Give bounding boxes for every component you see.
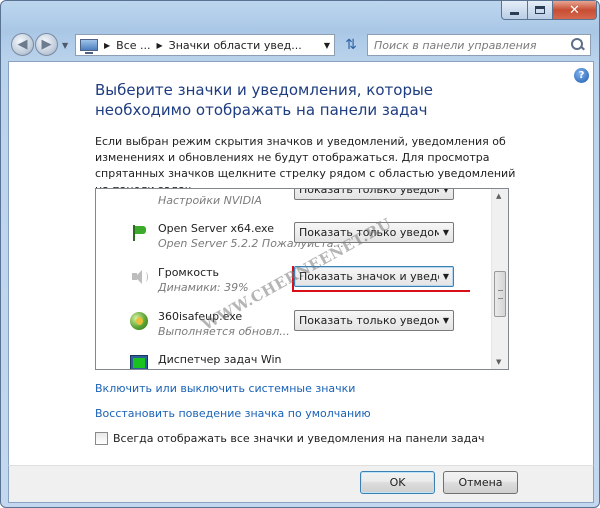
minimize-button[interactable]	[501, 1, 528, 20]
list-scrollbar[interactable]: ▲ ▼	[491, 189, 508, 369]
chevron-down-icon: ▼	[442, 228, 450, 237]
list-item: Настройки NVIDIA Показать только уведомл…	[96, 188, 492, 219]
forward-arrow-icon: ▶	[41, 37, 52, 52]
chevron-down-icon: ▼	[442, 188, 450, 194]
main-content: ? Выберите значки и уведомления, которые…	[8, 61, 594, 465]
behavior-dropdown[interactable]: Показать только уведомле ▼	[294, 310, 454, 331]
close-icon: ✕	[569, 2, 580, 18]
recent-pages-chevron-icon[interactable]: ▼	[62, 41, 68, 50]
nvidia-icon	[130, 189, 148, 199]
breadcrumb-separator-icon[interactable]: ▶	[104, 41, 110, 50]
item-name: Громкость	[158, 266, 220, 279]
system-icons-link[interactable]: Включить или выключить системные значки	[95, 382, 355, 395]
forward-button[interactable]: ▶	[35, 33, 58, 56]
page-title: Выберите значки и уведомления, которые н…	[95, 81, 434, 119]
chevron-down-icon: ▼	[442, 272, 450, 281]
title-bar[interactable]: ✕	[1, 1, 599, 29]
list-item: Open Server x64.exe Open Server 5.2.2 По…	[96, 218, 492, 262]
control-panel-icon	[80, 39, 98, 54]
flag-icon	[130, 224, 148, 242]
always-show-label[interactable]: Всегда отображать все значки и уведомлен…	[113, 432, 485, 445]
cancel-button[interactable]: Отмена	[443, 471, 518, 494]
back-arrow-icon: ◀	[17, 37, 28, 52]
behavior-dropdown[interactable]: Показать только уведомле ▼	[294, 188, 454, 200]
breadcrumb-separator-icon[interactable]: ▶	[157, 41, 163, 50]
always-show-option[interactable]: Всегда отображать все значки и уведомлен…	[95, 432, 485, 445]
navigation-bar: ◀ ▶ ▼ ▶ Все ... ▶ Значки области увед...…	[1, 29, 599, 61]
always-show-checkbox[interactable]	[95, 432, 108, 445]
ok-button[interactable]: OK	[360, 471, 435, 494]
behavior-value: Показать только уведомле	[299, 314, 439, 327]
behavior-value: Показать значок и уведомл	[299, 270, 439, 283]
globe-icon	[130, 312, 148, 330]
task-manager-icon	[130, 355, 148, 369]
refresh-icon: ⇅	[345, 37, 357, 53]
scroll-down-icon[interactable]: ▼	[496, 358, 501, 366]
address-bar[interactable]: ▶ Все ... ▶ Значки области увед... ▼	[75, 34, 335, 56]
item-description: Настройки NVIDIA	[158, 194, 262, 207]
minimize-icon	[510, 11, 519, 15]
search-icon[interactable]	[569, 36, 587, 54]
item-name: Диспетчер задач Win	[158, 353, 282, 366]
breadcrumb-all-items[interactable]: Все ...	[116, 39, 150, 52]
speaker-icon	[130, 268, 148, 286]
address-dropdown-chevron-icon[interactable]: ▼	[324, 41, 330, 50]
highlight-underline	[292, 290, 470, 292]
search-box[interactable]: Поиск в панели управления	[367, 34, 591, 56]
button-bar: OK Отмена	[8, 465, 594, 503]
help-icon[interactable]: ?	[574, 68, 589, 83]
chevron-down-icon: ▼	[442, 316, 450, 325]
list-item: 360isafeup.exe Выполняется обновл... Пок…	[96, 306, 492, 350]
item-description: Динамики: 39%	[158, 281, 249, 294]
maximize-icon	[535, 6, 545, 14]
scroll-thumb[interactable]	[494, 271, 506, 317]
list-item: Диспетчер задач Win	[96, 349, 492, 369]
search-input[interactable]: Поиск в панели управления	[374, 39, 569, 52]
breadcrumb-notification-icons[interactable]: Значки области увед...	[169, 39, 302, 52]
maximize-button[interactable]	[527, 1, 553, 20]
back-button[interactable]: ◀	[11, 33, 34, 56]
item-name: Open Server x64.exe	[158, 222, 274, 235]
control-panel-window: ✕ ◀ ▶ ▼ ▶ Все ... ▶ Значки области увед.…	[0, 0, 600, 508]
restore-defaults-link[interactable]: Восстановить поведение значка по умолчан…	[95, 407, 371, 420]
behavior-value: Показать только уведомле	[299, 188, 439, 196]
speaker-wave-icon	[143, 272, 148, 282]
item-description: Выполняется обновл...	[158, 325, 290, 338]
close-button[interactable]: ✕	[552, 1, 597, 20]
refresh-button[interactable]: ⇅	[339, 34, 363, 56]
scroll-up-icon[interactable]: ▲	[496, 192, 501, 200]
